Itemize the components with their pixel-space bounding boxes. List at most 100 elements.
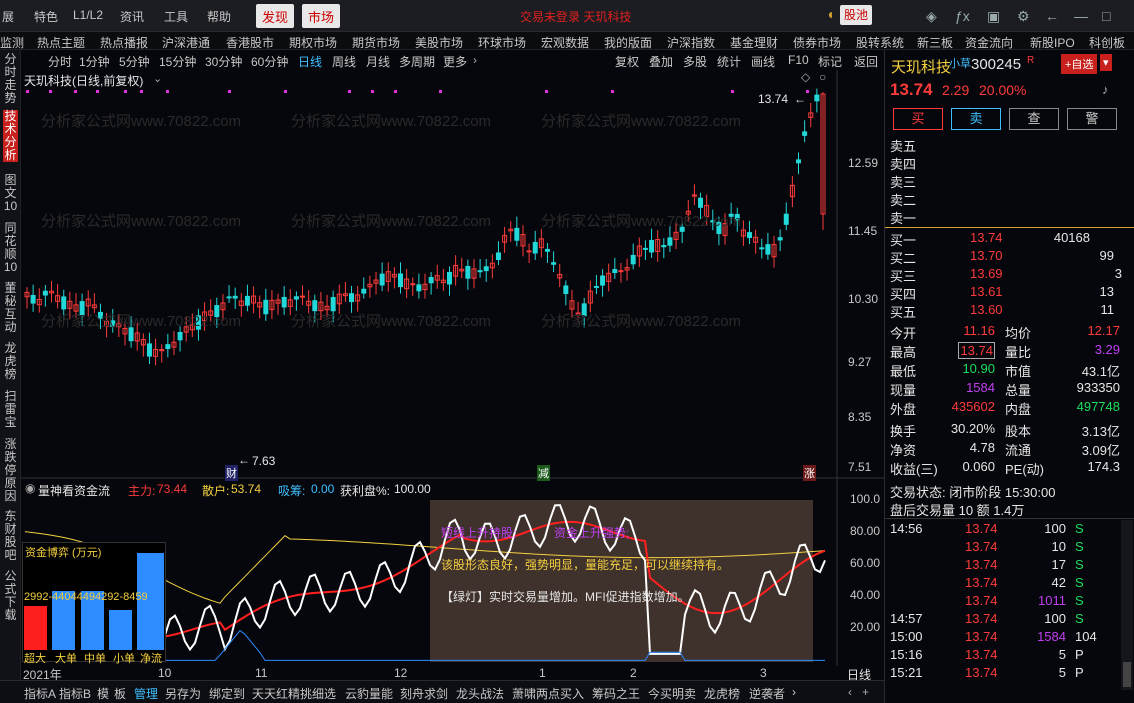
market-button[interactable]: 市场	[302, 4, 341, 28]
bottom-tab[interactable]: 龙头战法	[456, 685, 504, 702]
tf-item[interactable]: 周线	[332, 53, 356, 70]
bottom-tab[interactable]: 天天红精挑细选	[252, 685, 336, 702]
nav-item[interactable]: 香港股市	[226, 34, 274, 51]
tab-mine-scan[interactable]: 扫雷宝	[3, 390, 18, 429]
diamond-icon[interactable]: ◇	[801, 70, 810, 84]
circle-icon[interactable]: ○	[819, 70, 826, 84]
tf-item[interactable]: 多周期	[399, 53, 435, 70]
bottom-tab[interactable]: 绑定到	[209, 685, 245, 702]
bottom-tab[interactable]: 逆袭者	[749, 685, 785, 702]
tool-item[interactable]: F10	[788, 53, 809, 67]
nav-item[interactable]: 热点主题	[37, 34, 85, 51]
nav-item[interactable]: 热点播报	[100, 34, 148, 51]
tf-item[interactable]: 30分钟	[205, 53, 242, 70]
nav-item[interactable]: 宏观数据	[541, 34, 589, 51]
tf-item[interactable]: 5分钟	[119, 53, 150, 70]
chevron-down-icon[interactable]: ⌄	[153, 72, 162, 85]
bottom-tab[interactable]: 筹码之王	[592, 685, 640, 702]
window-icon[interactable]: ▣	[987, 8, 1000, 25]
add-watchlist-button[interactable]: +自选	[1061, 54, 1098, 74]
nav-item[interactable]: 沪深港通	[162, 34, 210, 51]
stockpool-button[interactable]: 股池	[840, 5, 873, 25]
tf-item[interactable]: 15分钟	[159, 53, 196, 70]
formula-icon[interactable]: ƒx	[955, 8, 970, 24]
tab-technical[interactable]: 技术分析	[3, 110, 18, 162]
nav-item[interactable]: 我的版面	[604, 34, 652, 51]
chevron-right-icon[interactable]: ›	[473, 53, 477, 67]
query-button[interactable]: 查	[1009, 108, 1059, 130]
tf-item[interactable]: 1分钟	[79, 53, 110, 70]
tab-formula[interactable]: 公式下载	[3, 570, 18, 622]
bottom-tab[interactable]: 云豹量能	[345, 685, 393, 702]
menu-item[interactable]: 工具	[164, 8, 188, 25]
tf-more[interactable]: 更多	[443, 53, 467, 70]
tf-item[interactable]: 60分钟	[251, 53, 288, 70]
tool-item[interactable]: 多股	[683, 53, 707, 70]
tool-item[interactable]: 叠加	[649, 53, 673, 70]
bottom-tab[interactable]: 刻舟求剑	[400, 685, 448, 702]
back-icon[interactable]: ←	[1045, 8, 1059, 24]
nav-item[interactable]: 期权市场	[289, 34, 337, 51]
bottom-tab[interactable]: 萧啸两点买入	[512, 685, 584, 702]
chevron-left-icon[interactable]: ‹	[848, 685, 852, 699]
plus-icon[interactable]: +	[862, 685, 869, 699]
tab-intraday[interactable]: 分时走势	[3, 53, 18, 105]
tool-item[interactable]: 复权	[615, 53, 639, 70]
bid-price[interactable]: 13.60	[970, 302, 1003, 317]
gear-icon[interactable]: ⚙	[1017, 8, 1030, 25]
nav-item[interactable]: 资金流向	[965, 34, 1013, 51]
bottom-tab[interactable]: 管理	[134, 685, 158, 702]
scrollbar-thumb[interactable]	[1123, 662, 1131, 687]
tool-item[interactable]: 返回	[854, 53, 878, 70]
tab-graphic[interactable]: 图文10	[3, 174, 18, 213]
event-mark-jian[interactable]: 减	[537, 465, 550, 481]
menu-item[interactable]: 资讯	[120, 8, 144, 25]
discover-button[interactable]: 发现	[256, 4, 295, 28]
chevron-right-icon[interactable]: ›	[792, 685, 796, 699]
nav-item[interactable]: 监测	[0, 34, 24, 51]
bottom-tab[interactable]: 模	[97, 685, 109, 702]
stock-tag[interactable]: 小草	[949, 55, 971, 71]
alert-button[interactable]: 警	[1067, 108, 1117, 130]
chevron-down-icon[interactable]: ▾	[1100, 54, 1112, 71]
bottom-tab[interactable]: 龙虎榜	[704, 685, 740, 702]
tab-limit-reason[interactable]: 涨跌停原因	[3, 438, 18, 503]
nav-item[interactable]: 沪深指数	[667, 34, 715, 51]
tab-forum[interactable]: 东财股吧	[3, 510, 18, 562]
menu-item[interactable]: 特色	[34, 8, 58, 25]
bid-price[interactable]: 13.70	[970, 248, 1003, 263]
event-mark-zhang[interactable]: 涨	[803, 465, 816, 481]
tf-item[interactable]: 月线	[366, 53, 390, 70]
bottom-tab[interactable]: 另存为	[165, 685, 201, 702]
bid-price[interactable]: 13.74	[970, 230, 1003, 245]
indicator-name[interactable]: 量神看资金流	[38, 482, 110, 499]
bid-price[interactable]: 13.61	[970, 284, 1003, 299]
bottom-tab[interactable]: 指标A	[24, 685, 56, 702]
tool-item[interactable]: 统计	[717, 53, 741, 70]
event-mark-cai[interactable]: 财	[225, 465, 238, 481]
tab-ths10[interactable]: 同花顺10	[3, 222, 18, 274]
tab-dragon-tiger[interactable]: 龙虎榜	[3, 342, 18, 381]
layers-icon[interactable]: ◈	[926, 8, 937, 25]
nav-item[interactable]: 基金理财	[730, 34, 778, 51]
bell-icon[interactable]: ♪	[1102, 82, 1109, 97]
bottom-tab[interactable]: 今买明卖	[648, 685, 696, 702]
nav-item[interactable]: 新股IPO	[1030, 34, 1075, 51]
nav-item[interactable]: 科创板	[1089, 34, 1125, 51]
menu-item[interactable]: 展	[2, 8, 14, 25]
tab-secretary[interactable]: 董秘互动	[3, 282, 18, 334]
nav-item[interactable]: 新三板	[917, 34, 953, 51]
nav-item[interactable]: 美股市场	[415, 34, 463, 51]
bid-price[interactable]: 13.69	[970, 266, 1003, 281]
bottom-tab[interactable]: 板	[114, 685, 126, 702]
bottom-tab[interactable]: 指标B	[59, 685, 91, 702]
tool-item[interactable]: 标记	[818, 53, 842, 70]
menu-item[interactable]: 帮助	[207, 8, 231, 25]
minimize-icon[interactable]: —	[1074, 8, 1088, 24]
buy-button[interactable]: 买	[893, 108, 943, 130]
nav-item[interactable]: 期货市场	[352, 34, 400, 51]
tf-item[interactable]: 日线	[298, 53, 322, 70]
maximize-icon[interactable]: □	[1102, 8, 1110, 24]
indicator-gear-icon[interactable]: ◉	[25, 481, 35, 495]
nav-item[interactable]: 股转系统	[856, 34, 904, 51]
